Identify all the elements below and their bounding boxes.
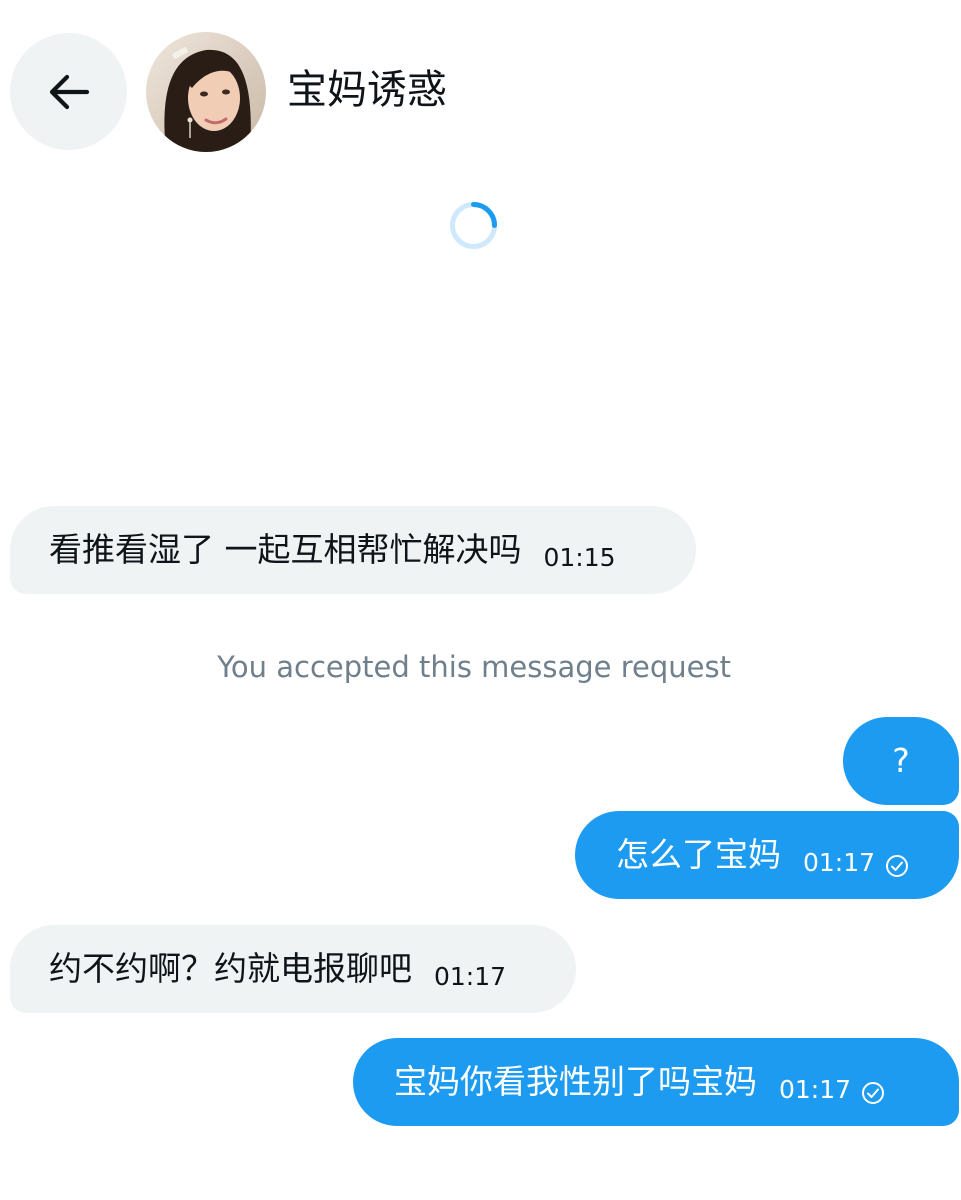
loading-spinner-icon bbox=[450, 202, 497, 249]
message-timestamp: 01:15 bbox=[543, 543, 616, 572]
message-bubble-incoming[interactable]: 约不约啊？约就电报聊吧 01:17 bbox=[10, 925, 576, 1013]
arrow-left-icon bbox=[49, 74, 89, 109]
message-request-note: You accepted this message request bbox=[217, 650, 731, 684]
back-button[interactable] bbox=[10, 33, 127, 150]
message-text: 看推看湿了 一起互相帮忙解决吗 bbox=[49, 530, 522, 569]
message-text: 怎么了宝妈 bbox=[616, 835, 781, 874]
contact-name[interactable]: 宝妈诱惑 bbox=[287, 62, 447, 118]
avatar[interactable] bbox=[146, 32, 266, 152]
conversation-header: 宝妈诱惑 bbox=[0, 0, 961, 180]
message-timestamp: 01:17 bbox=[803, 848, 876, 877]
message-text: 约不约啊？约就电报聊吧 bbox=[49, 949, 412, 988]
message-bubble-outgoing[interactable]: ? bbox=[843, 717, 959, 805]
check-circle-icon bbox=[862, 1082, 885, 1104]
message-text: 宝妈你看我性别了吗宝妈 bbox=[394, 1062, 757, 1101]
message-bubble-outgoing[interactable]: 宝妈你看我性别了吗宝妈 01:17 bbox=[353, 1038, 959, 1126]
message-text: ? bbox=[892, 741, 910, 780]
message-timestamp: 01:17 bbox=[434, 962, 507, 991]
message-bubble-outgoing[interactable]: 怎么了宝妈 01:17 bbox=[575, 811, 959, 899]
check-circle-icon bbox=[886, 855, 909, 877]
message-bubble-incoming[interactable]: 看推看湿了 一起互相帮忙解决吗 01:15 bbox=[10, 506, 696, 594]
message-timestamp: 01:17 bbox=[779, 1075, 852, 1104]
profile-photo bbox=[146, 32, 266, 152]
